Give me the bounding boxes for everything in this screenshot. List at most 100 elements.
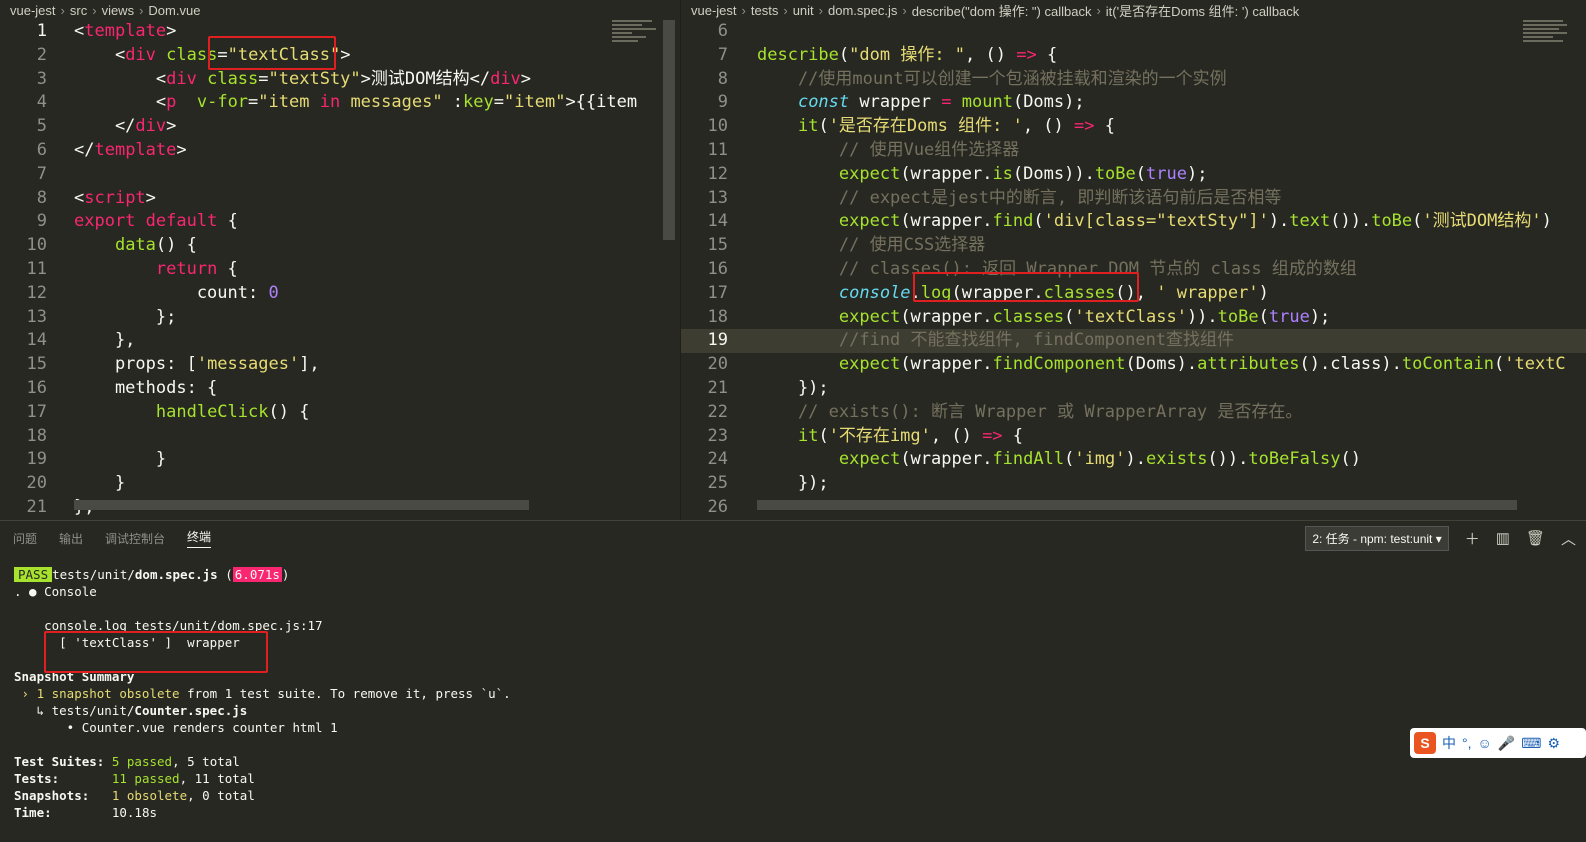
code-line[interactable]: 20 } xyxy=(0,472,678,496)
left-breadcrumb-item[interactable]: views xyxy=(102,3,135,18)
code-line[interactable]: 6 </template> xyxy=(0,139,678,163)
left-breadcrumb-item[interactable]: src xyxy=(70,3,87,18)
left-minimap[interactable] xyxy=(612,18,662,78)
code-line[interactable]: 8 <script> xyxy=(0,187,678,211)
right-breadcrumb-item[interactable]: vue-jest xyxy=(691,3,737,18)
line-number: 14 xyxy=(26,330,47,351)
line-number: 9 xyxy=(36,211,47,232)
code-text: it('是否存在Doms 组件: ', () => { xyxy=(797,116,1115,137)
code-text: export default { xyxy=(74,211,238,232)
code-line[interactable]: 14 }, xyxy=(0,329,678,353)
terminal-output[interactable]: PASS tests/unit/dom.spec.js (6.071s). ● C… xyxy=(14,566,511,821)
line-number: 19 xyxy=(26,449,47,470)
code-text: <p v-for="item in messages" :key="item">… xyxy=(74,92,638,113)
code-text: <div class="textSty">测试DOM结构</div> xyxy=(74,68,532,89)
right-breadcrumb-item[interactable]: tests xyxy=(751,3,778,18)
panel-tabs[interactable]: 问题 输出 调试控制台 终端 xyxy=(0,521,212,555)
code-line[interactable]: 18 xyxy=(0,425,678,449)
punctuation-icon[interactable]: °, xyxy=(1462,735,1472,751)
code-line[interactable]: 2 <div class="textClass"> xyxy=(0,44,678,68)
code-line[interactable]: 12 expect(wrapper.is(Doms)).toBe(true); xyxy=(681,163,1586,187)
code-line[interactable]: 12 count: 0 xyxy=(0,282,678,306)
left-breadcrumb-item[interactable]: Dom.vue xyxy=(148,3,200,18)
code-line[interactable]: 5 </div> xyxy=(0,115,678,139)
code-text: }; xyxy=(74,306,177,327)
code-line[interactable]: 21 }); xyxy=(681,377,1586,401)
right-horizontal-scrollbar[interactable] xyxy=(757,500,1517,510)
left-breadcrumb-item[interactable]: vue-jest xyxy=(10,3,56,18)
code-text: count: 0 xyxy=(74,282,279,303)
code-line[interactable]: 25 }); xyxy=(681,472,1586,496)
bottom-panel: 问题 输出 调试控制台 终端 2: 任务 - npm: test:unit ▾ ＋ ▥… xyxy=(0,520,1586,842)
right-minimap[interactable] xyxy=(1523,18,1573,78)
code-line[interactable]: 14 expect(wrapper.find('div[class="textS… xyxy=(681,210,1586,234)
code-line[interactable]: 23 it('不存在img', () => { xyxy=(681,425,1586,449)
trash-icon[interactable]: 🗑 xyxy=(1526,529,1545,547)
emoji-icon[interactable]: ☺ xyxy=(1478,735,1492,751)
code-line[interactable]: 22 // exists(): 断言 Wrapper 或 WrapperArra… xyxy=(681,401,1586,425)
code-text: </div> xyxy=(74,116,177,137)
code-line[interactable]: 6 xyxy=(681,20,1586,44)
code-line[interactable]: 19 } xyxy=(0,448,678,472)
code-line[interactable]: 19 //find 不能查找组件, findComponent查找组件 xyxy=(681,329,1586,354)
code-line[interactable]: 18 expect(wrapper.classes('textClass')).… xyxy=(681,306,1586,330)
code-line[interactable]: 7 describe("dom 操作: ", () => { xyxy=(681,44,1586,68)
right-editor[interactable]: vue-jest › tests › unit › dom.spec.js › describe… xyxy=(680,0,1586,520)
line-number: 20 xyxy=(707,354,728,375)
code-line[interactable]: 9 export default { xyxy=(0,210,678,234)
split-terminal-icon[interactable]: ▥ xyxy=(1496,529,1510,547)
code-line[interactable]: 20 expect(wrapper.findComponent(Doms).at… xyxy=(681,353,1586,377)
panel-tab[interactable]: 调试控制台 xyxy=(105,530,165,547)
right-breadcrumb-item[interactable]: dom.spec.js xyxy=(828,3,897,18)
code-line[interactable]: 4 <p v-for="item in messages" :key="item… xyxy=(0,91,678,115)
chevron-up-icon[interactable]: ︿ xyxy=(1561,528,1576,549)
code-line[interactable]: 13 // expect是jest中的断言, 即判断该语句前后是否相等 xyxy=(681,187,1586,211)
right-breadcrumb: vue-jest › tests › unit › dom.spec.js › describe… xyxy=(681,0,1586,20)
right-breadcrumb-item[interactable]: unit xyxy=(793,3,814,18)
code-line[interactable]: 7 xyxy=(0,163,678,187)
left-code-area[interactable]: 1 <template> 2 <div class="textClass"> 3 <d… xyxy=(0,20,678,520)
highlight-box-console-output xyxy=(44,631,268,673)
code-line[interactable]: 9 const wrapper = mount(Doms); xyxy=(681,91,1586,115)
task-select[interactable]: 2: 任务 - npm: test:unit ▾ xyxy=(1305,525,1449,551)
code-line[interactable]: 15 // 使用CSS选择器 xyxy=(681,234,1586,258)
code-line[interactable]: 8 //使用mount可以创建一个包涵被挂载和渲染的一个实例 xyxy=(681,68,1586,92)
line-number: 11 xyxy=(26,258,47,279)
mic-icon[interactable]: 🎤 xyxy=(1498,735,1515,752)
right-breadcrumb-item[interactable]: it('是否存在Doms 组件: ') callback xyxy=(1106,1,1299,20)
panel-tab[interactable]: 输出 xyxy=(59,530,83,547)
breadcrumb-separator: › xyxy=(92,2,97,18)
code-text: methods: { xyxy=(74,377,218,398)
code-line[interactable]: 24 expect(wrapper.findAll('img').exists(… xyxy=(681,448,1586,472)
settings-icon[interactable]: ⚙ xyxy=(1547,735,1560,752)
line-number: 19 xyxy=(707,330,728,351)
breadcrumb-separator: › xyxy=(902,2,907,18)
code-line[interactable]: 11 return { xyxy=(0,258,678,282)
keyboard-icon[interactable]: ⌨ xyxy=(1521,735,1541,752)
right-code-area[interactable]: 6 7 describe("dom 操作: ", () => {8 //使用moun… xyxy=(681,20,1586,520)
line-number: 12 xyxy=(707,163,728,184)
add-terminal-icon[interactable]: ＋ xyxy=(1465,528,1480,549)
code-line[interactable]: 1 <template> xyxy=(0,20,678,44)
right-breadcrumb-item[interactable]: describe("dom 操作: ") callback xyxy=(912,1,1092,20)
left-editor[interactable]: vue-jest › src › views › Dom.vue 1 <template> 2 … xyxy=(0,0,678,520)
code-line[interactable]: 15 props: ['messages'], xyxy=(0,353,678,377)
line-number: 16 xyxy=(707,258,728,279)
code-line[interactable]: 10 it('是否存在Doms 组件: ', () => { xyxy=(681,115,1586,139)
code-line[interactable]: 16 methods: { xyxy=(0,377,678,401)
code-line[interactable]: 13 }; xyxy=(0,306,678,330)
code-line[interactable]: 11 // 使用Vue组件选择器 xyxy=(681,139,1586,163)
left-vertical-scrollbar[interactable] xyxy=(663,20,675,240)
code-line[interactable]: 10 data() { xyxy=(0,234,678,258)
ime-toolbar[interactable]: S 中 °, ☺ 🎤 ⌨ ⚙ xyxy=(1410,728,1586,758)
left-breadcrumb: vue-jest › src › views › Dom.vue xyxy=(0,0,678,20)
code-line[interactable]: 17 handleClick() { xyxy=(0,401,678,425)
panel-tab[interactable]: 问题 xyxy=(13,530,37,547)
line-number: 17 xyxy=(26,401,47,422)
left-horizontal-scrollbar[interactable] xyxy=(74,500,529,510)
panel-tab[interactable]: 终端 xyxy=(187,528,212,548)
line-number: 6 xyxy=(36,139,47,160)
code-line[interactable]: 3 <div class="textSty">测试DOM结构</div> xyxy=(0,68,678,92)
ime-mode-label[interactable]: 中 xyxy=(1442,733,1456,753)
terminal-line: › 1 snapshot obsolete from 1 test suite.… xyxy=(14,686,511,701)
